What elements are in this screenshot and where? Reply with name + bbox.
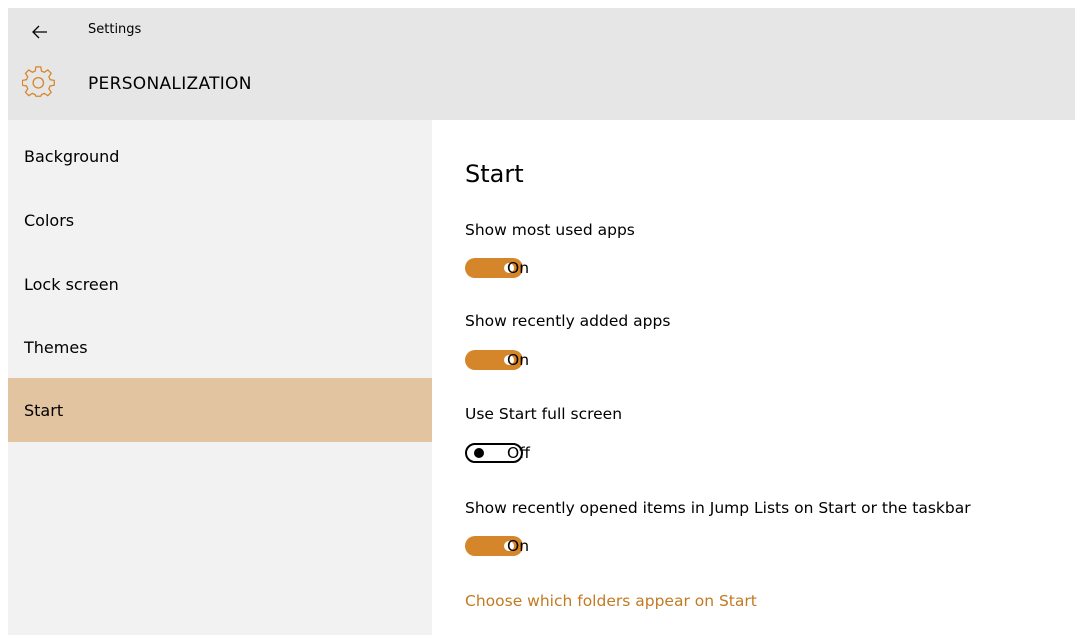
setting-label-most-used-apps: Show most used apps [465, 221, 635, 239]
sidebar-item-label: Themes [24, 337, 88, 357]
toggle-state-label: Off [507, 444, 530, 462]
gear-icon [22, 66, 55, 97]
app-title: Settings [88, 22, 142, 37]
setting-label-jump-lists: Show recently opened items in Jump Lists… [465, 499, 971, 517]
back-button[interactable] [28, 20, 52, 44]
sidebar-item-colors[interactable]: Colors [8, 188, 432, 252]
main-content: Start Show most used apps On Show recent… [432, 120, 1075, 635]
sidebar-item-start[interactable]: Start [8, 378, 432, 442]
sidebar-item-label: Lock screen [24, 274, 119, 294]
sidebar: Background Colors Lock screen Themes Sta… [8, 120, 432, 635]
toggle-state-label: On [507, 259, 530, 277]
toggle-state-label: On [507, 351, 530, 369]
sidebar-item-background[interactable]: Background [8, 124, 432, 188]
sidebar-item-label: Colors [24, 210, 75, 230]
setting-label-recently-added-apps: Show recently added apps [465, 312, 671, 330]
back-arrow-icon [32, 25, 47, 39]
toggle-knob [474, 448, 484, 458]
toggle-state-label: On [507, 537, 530, 555]
sidebar-item-themes[interactable]: Themes [8, 315, 432, 379]
sidebar-item-label: Start [24, 400, 64, 420]
section-title: PERSONALIZATION [88, 74, 252, 94]
setting-label-start-full-screen: Use Start full screen [465, 405, 623, 423]
choose-folders-link[interactable]: Choose which folders appear on Start [465, 592, 757, 610]
settings-window: Settings PERSONALIZATION Background Colo… [8, 8, 1075, 635]
sidebar-item-lock-screen[interactable]: Lock screen [8, 252, 432, 316]
sidebar-item-label: Background [24, 146, 120, 166]
title-bar: Settings PERSONALIZATION [8, 8, 1075, 120]
page-title: Start [465, 160, 524, 188]
